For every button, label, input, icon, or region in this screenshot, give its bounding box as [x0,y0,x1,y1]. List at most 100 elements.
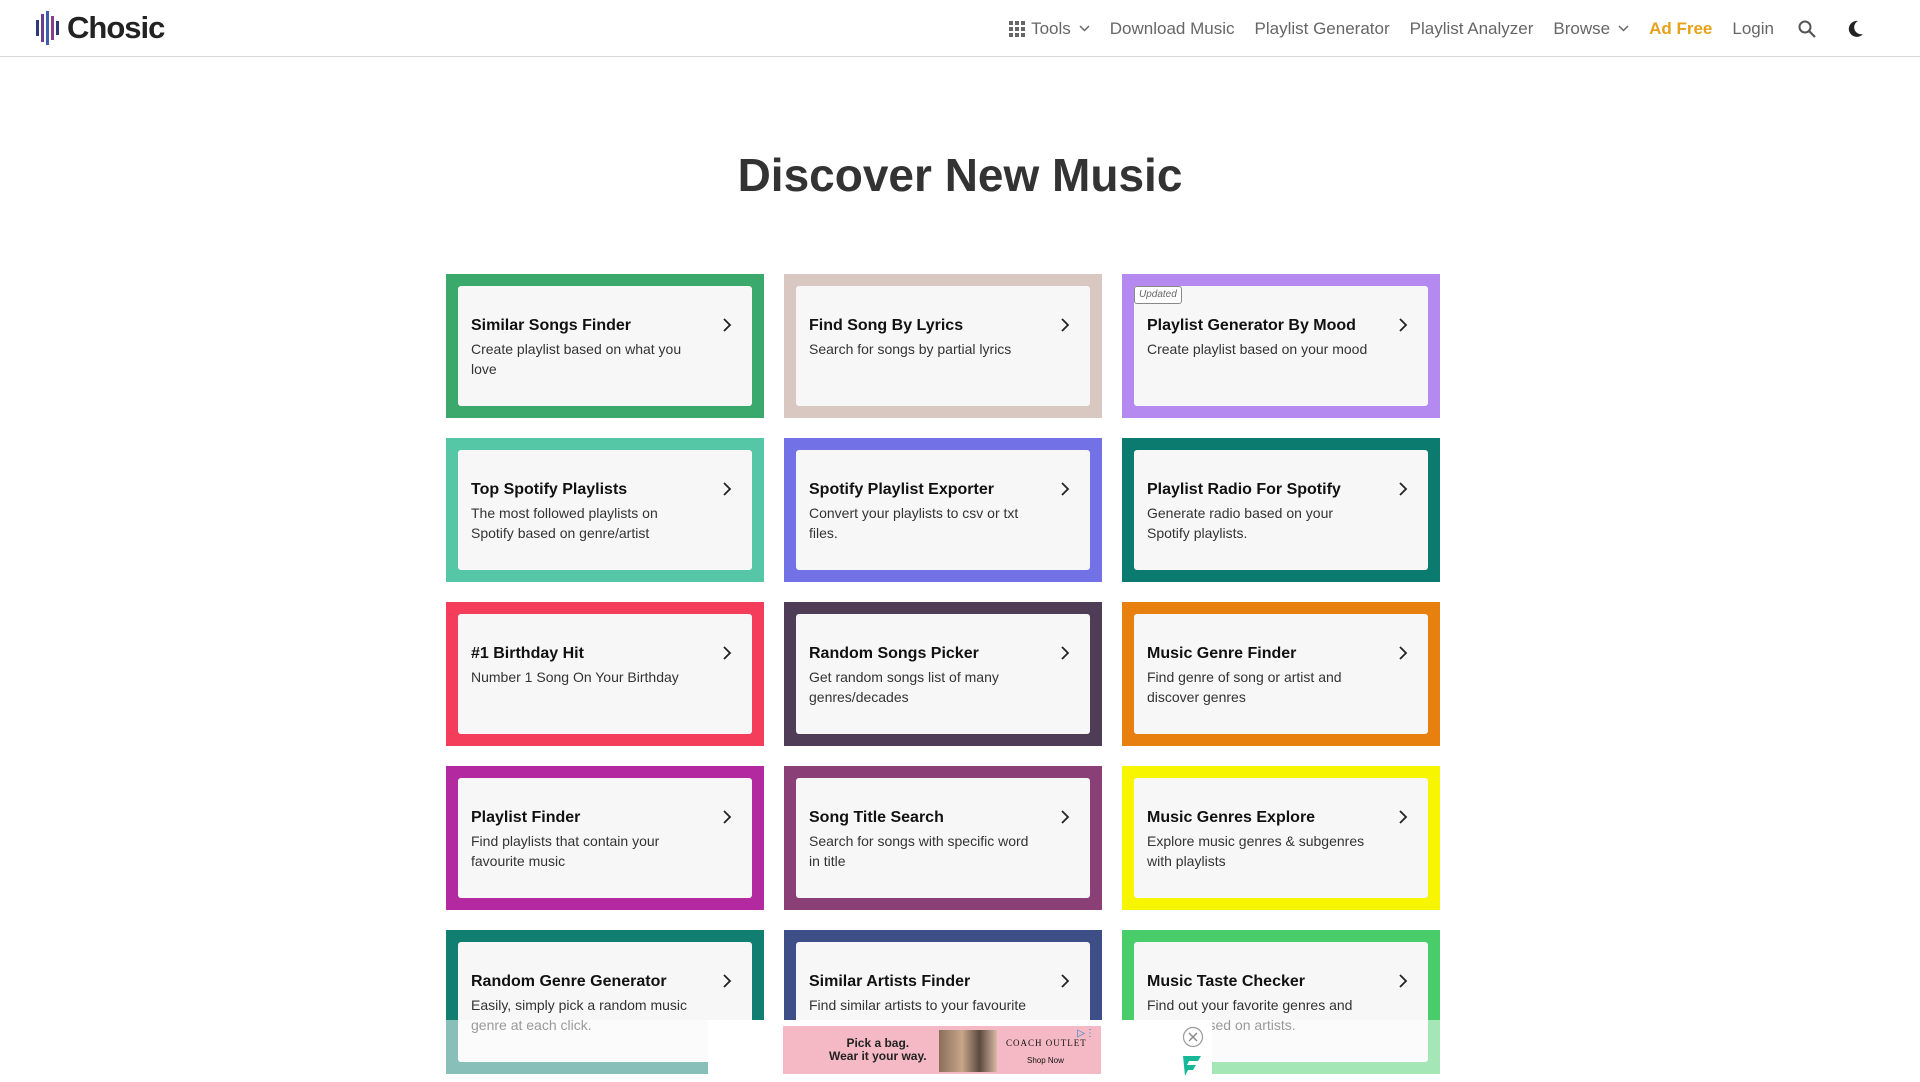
updated-badge: Updated [1134,286,1182,304]
tool-card[interactable]: Playlist Finder Find playlists that conta… [446,766,764,910]
chevron-right-icon [1061,318,1070,332]
tool-card-title: Playlist Finder [471,809,581,826]
tool-card-body: Updated Playlist Generator By Mood Create … [1134,286,1428,406]
tool-card-description: Number 1 Song On Your Birthday [471,669,679,685]
ad-brand: COACH OUTLET [1006,1038,1087,1048]
nav-login[interactable]: Login [1732,19,1774,39]
chevron-right-icon [1399,810,1408,824]
nav-tools-label: Tools [1031,18,1071,38]
tool-card-body: Music Genre Finder Find genre of song or … [1134,614,1428,734]
tool-card-body: Find Song By Lyrics Search for songs by p… [796,286,1090,406]
tool-card-body: Random Songs Picker Get random songs list… [796,614,1090,734]
chevron-right-icon [723,974,732,988]
nav-playlist-analyzer[interactable]: Playlist Analyzer [1410,19,1534,39]
search-icon [1798,20,1816,38]
tool-card-title: Song Title Search [809,809,944,826]
ad-shop-now: Shop Now [1027,1056,1064,1065]
tool-card[interactable]: Spotify Playlist Exporter Convert your pl… [784,438,1102,582]
nav-browse-label: Browse [1553,18,1611,38]
tool-card-body: Top Spotify Playlists The most followed p… [458,450,752,570]
ad-choices-icon[interactable]: ▷⋮ [1077,1028,1095,1039]
ad-banner[interactable]: Pick a bag. Wear it your way. COACH OUTL… [783,1026,1101,1074]
ad-close-button[interactable] [1182,1026,1204,1053]
nav-ad-free[interactable]: Ad Free [1649,19,1712,39]
nav-tools[interactable]: Tools [1009,19,1090,39]
site-header: Chosic Tools Download Music Playlist Gen… [0,0,1920,57]
chevron-right-icon [1061,810,1070,824]
nav-playlist-generator[interactable]: Playlist Generator [1255,19,1390,39]
chevron-right-icon [1399,482,1408,496]
tool-card-body: Playlist Finder Find playlists that conta… [458,778,752,898]
chevron-right-icon [1399,646,1408,660]
tool-card[interactable]: Find Song By Lyrics Search for songs by p… [784,274,1102,418]
tool-card-title: Playlist Generator By Mood [1147,317,1356,334]
tool-card[interactable]: Playlist Radio For Spotify Generate radio… [1122,438,1440,582]
tool-card-title: Random Genre Generator [471,973,667,990]
chevron-right-icon [1399,974,1408,988]
tool-card[interactable]: #1 Birthday Hit Number 1 Song On Your Bir… [446,602,764,746]
ad-line-2: Wear it your way. [829,1049,927,1063]
tool-card-body: Music Genres Explore Explore music genres… [1134,778,1428,898]
nav-browse[interactable]: Browse [1553,19,1629,39]
chevron-down-icon [1079,25,1090,32]
tool-card-description: Generate radio based on your Spotify pla… [1147,505,1334,541]
tool-card-title: #1 Birthday Hit [471,645,584,662]
chevron-right-icon [1399,318,1408,332]
close-icon [1182,1026,1204,1048]
logo-text: Chosic [67,10,165,45]
tool-card-description: Get random songs list of many genres/dec… [809,669,999,705]
page-title: Discover New Music [737,149,1183,201]
tool-card[interactable]: Music Genres Explore Explore music genres… [1122,766,1440,910]
tool-card-title: Random Songs Picker [809,645,979,662]
tool-card-title: Music Genres Explore [1147,809,1316,826]
tool-card-body: #1 Birthday Hit Number 1 Song On Your Bir… [458,614,752,734]
chevron-down-icon [1618,25,1629,32]
chevron-right-icon [1061,482,1070,496]
tool-card-body: Spotify Playlist Exporter Convert your pl… [796,450,1090,570]
tool-card-title: Playlist Radio For Spotify [1147,481,1341,498]
chevron-right-icon [723,482,732,496]
chevron-right-icon [1061,646,1070,660]
main-nav: Tools Download Music Playlist Generator … [989,0,1864,57]
ad-photo [939,1030,997,1072]
leaf-icon [1183,1056,1201,1076]
tool-card[interactable]: Top Spotify Playlists The most followed p… [446,438,764,582]
site-logo[interactable]: Chosic [35,10,165,46]
tool-card-description: Find genre of song or artist and discove… [1147,669,1342,705]
chevron-right-icon [723,810,732,824]
tool-card-title: Similar Songs Finder [471,317,632,334]
ad-provider-logo [1180,1053,1204,1082]
moon-icon [1848,20,1863,37]
tool-card-title: Find Song By Lyrics [809,317,964,334]
tool-card[interactable]: Music Genre Finder Find genre of song or … [1122,602,1440,746]
tool-card-description: Explore music genres & subgenres with pl… [1147,833,1365,869]
tool-card-title: Spotify Playlist Exporter [809,481,994,498]
tool-card[interactable]: Similar Songs Finder Create playlist base… [446,274,764,418]
nav-download-music[interactable]: Download Music [1110,19,1235,39]
tool-card[interactable]: Updated Playlist Generator By Mood Create … [1122,274,1440,418]
tool-card-description: Create playlist based on your mood [1147,341,1368,357]
tool-card-title: Similar Artists Finder [809,973,971,990]
tool-card-description: Convert your playlists to csv or txt fil… [809,505,1019,541]
chevron-right-icon [723,318,732,332]
tool-card-description: Create playlist based on what you love [471,341,682,377]
tool-card-description: The most followed playlists on Spotify b… [471,505,658,541]
tool-card-title: Music Taste Checker [1147,973,1305,990]
tool-card[interactable]: Song Title Search Search for songs with s… [784,766,1102,910]
tool-card-description: Find playlists that contain your favouri… [471,833,660,869]
tool-card-description: Search for songs with specific word in t… [809,833,1029,869]
search-button[interactable] [1798,20,1816,38]
tool-card-body: Playlist Radio For Spotify Generate radio… [1134,450,1428,570]
tool-card-title: Music Genre Finder [1147,645,1297,662]
tool-card-body: Similar Songs Finder Create playlist base… [458,286,752,406]
tool-card-body: Song Title Search Search for songs with s… [796,778,1090,898]
dark-mode-toggle[interactable] [1846,20,1864,38]
chevron-right-icon [1061,974,1070,988]
ad-headline: Pick a bag. Wear it your way. [829,1037,927,1063]
tool-card-description: Search for songs by partial lyrics [809,341,1012,357]
chevron-right-icon [723,646,732,660]
tool-card[interactable]: Random Songs Picker Get random songs list… [784,602,1102,746]
tool-card-title: Top Spotify Playlists [471,481,628,498]
logo-waveform-icon [36,11,59,45]
grid-icon [1009,20,1026,37]
